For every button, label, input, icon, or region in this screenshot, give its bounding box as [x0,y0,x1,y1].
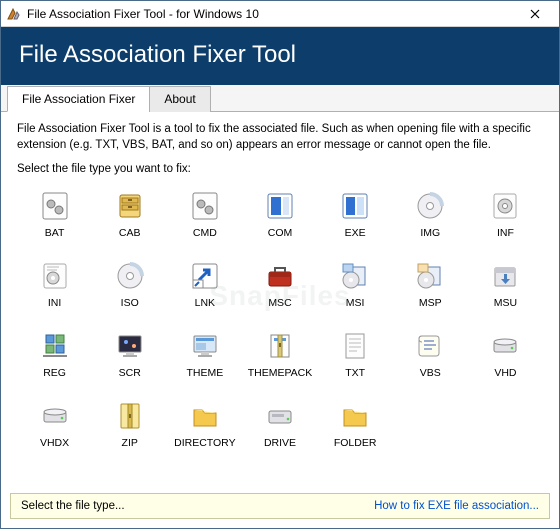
app-title: File Association Fixer Tool [19,41,541,69]
tab-about[interactable]: About [149,86,210,112]
app-header: File Association Fixer Tool [1,27,559,85]
folder-icon [338,399,372,433]
filetype-item-vhdx[interactable]: VHDX [19,395,90,461]
filetype-item-vbs[interactable]: VBS [395,325,466,391]
window-close-button[interactable] [515,2,555,26]
themepack-icon [263,329,297,363]
filetype-label: ISO [121,297,139,309]
filetype-label: MSC [268,297,291,309]
filetype-item-folder[interactable]: FOLDER [320,395,391,461]
filetype-label: CAB [119,227,141,239]
filetype-label: DIRECTORY [174,437,235,449]
filetype-label: FOLDER [334,437,377,449]
status-message: Select the file type... [21,500,374,512]
toolbox-icon [263,259,297,293]
screensaver-icon [113,329,147,363]
gear-page-icon [38,189,72,223]
filetype-label: VHD [494,367,516,379]
filetype-label: MSI [346,297,365,309]
close-icon [530,9,540,19]
filetype-label: INF [497,227,514,239]
filetype-item-msp[interactable]: MSP [395,255,466,321]
filetype-item-theme[interactable]: THEME [169,325,240,391]
prompt-text: Select the file type you want to fix: [17,163,543,175]
registry-icon [38,329,72,363]
tab-strip: File Association Fixer About [1,85,559,112]
disk-icon [488,329,522,363]
filetype-label: DRIVE [264,437,296,449]
cabinet-icon [113,189,147,223]
filetype-label: COM [268,227,293,239]
filetype-item-txt[interactable]: TXT [320,325,391,391]
text-page-icon [338,329,372,363]
installer-icon [338,259,372,293]
filetype-label: SCR [119,367,141,379]
update-box-icon [488,259,522,293]
filetype-item-bat[interactable]: BAT [19,185,90,251]
filetype-label: LNK [195,297,215,309]
status-bar: Select the file type... How to fix EXE f… [10,493,550,519]
window-title: File Association Fixer Tool - for Window… [27,7,515,21]
filetype-label: VHDX [40,437,69,449]
filetype-item-reg[interactable]: REG [19,325,90,391]
ini-gear-icon [38,259,72,293]
filetype-label: TXT [345,367,365,379]
filetype-item-msi[interactable]: MSI [320,255,391,321]
app-icon [5,6,21,22]
tab-content: File Association Fixer Tool is a tool to… [1,112,559,469]
drive-icon [263,399,297,433]
filetype-item-scr[interactable]: SCR [94,325,165,391]
filetype-label: IMG [420,227,440,239]
filetype-item-msu[interactable]: MSU [470,255,541,321]
script-icon [413,329,447,363]
filetype-label: ZIP [122,437,138,449]
filetype-label: BAT [45,227,65,239]
disc-icon [413,189,447,223]
filetype-item-directory[interactable]: DIRECTORY [169,395,240,461]
filetype-item-themepack[interactable]: THEMEPACK [244,325,315,391]
gear-page-icon [188,189,222,223]
filetype-item-cmd[interactable]: CMD [169,185,240,251]
filetype-label: EXE [345,227,366,239]
filetype-label: THEMEPACK [248,367,313,379]
help-link[interactable]: How to fix EXE file association... [374,500,539,512]
installer-patch-icon [413,259,447,293]
setup-gear-icon [488,189,522,223]
exe-app-icon [338,189,372,223]
filetype-item-ini[interactable]: INI [19,255,90,321]
filetype-item-com[interactable]: COM [244,185,315,251]
filetype-label: VBS [420,367,441,379]
theme-icon [188,329,222,363]
filetype-item-lnk[interactable]: LNK [169,255,240,321]
filetype-label: INI [48,297,61,309]
filetype-item-img[interactable]: IMG [395,185,466,251]
filetype-item-cab[interactable]: CAB [94,185,165,251]
description-text: File Association Fixer Tool is a tool to… [17,122,543,153]
disk-icon [38,399,72,433]
folder-icon [188,399,222,433]
filetype-item-exe[interactable]: EXE [320,185,391,251]
file-type-grid: BAT CAB CMD COM EXE IMG INF INI ISO LNK MSC MSI MSP M… [17,185,543,461]
filetype-item-zip[interactable]: ZIP [94,395,165,461]
filetype-label: THEME [186,367,223,379]
tab-file-association-fixer[interactable]: File Association Fixer [7,86,150,112]
filetype-item-drive[interactable]: DRIVE [244,395,315,461]
filetype-label: MSU [494,297,517,309]
zip-icon [113,399,147,433]
filetype-label: REG [43,367,66,379]
com-app-icon [263,189,297,223]
shortcut-icon [188,259,222,293]
disc-icon [113,259,147,293]
filetype-item-iso[interactable]: ISO [94,255,165,321]
filetype-item-inf[interactable]: INF [470,185,541,251]
filetype-label: MSP [419,297,442,309]
filetype-item-msc[interactable]: MSC [244,255,315,321]
filetype-label: CMD [193,227,217,239]
filetype-item-vhd[interactable]: VHD [470,325,541,391]
window-titlebar: File Association Fixer Tool - for Window… [1,1,559,27]
